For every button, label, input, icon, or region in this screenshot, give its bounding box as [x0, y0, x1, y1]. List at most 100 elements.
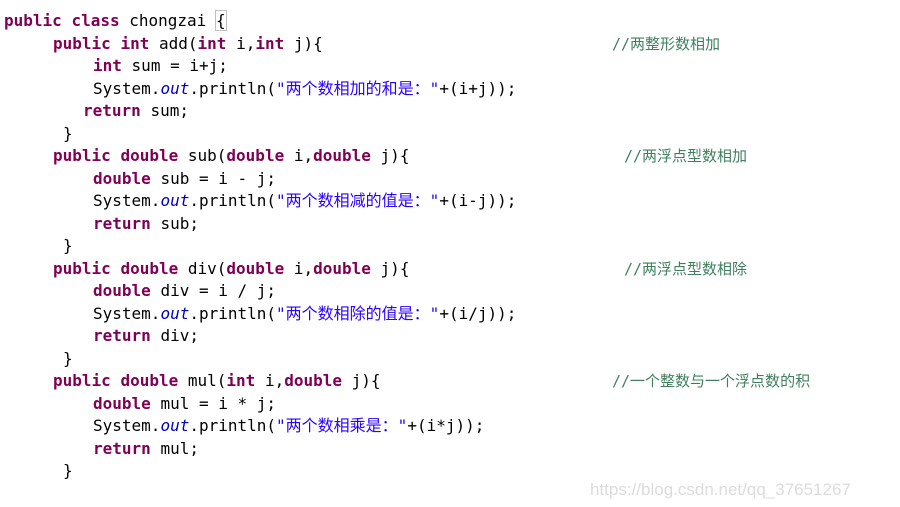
- param-name: j){: [351, 371, 381, 390]
- param-name: j){: [380, 146, 410, 165]
- watermark: https://blog.csdn.net/qq_37651267: [590, 480, 851, 499]
- method-name: mul(: [187, 371, 227, 390]
- close-brace-line: }: [0, 348, 900, 371]
- method-name: sub(: [187, 146, 227, 165]
- return-line: return mul;: [0, 438, 900, 461]
- keyword: double: [284, 371, 343, 390]
- keyword: double: [120, 371, 179, 390]
- code-text: System.out.println("两个数相加的和是："+(i+j));: [93, 78, 516, 101]
- statement-text: mul;: [160, 438, 199, 458]
- code-comment: //两浮点型数相加: [624, 147, 748, 165]
- statement-text: System.: [93, 303, 161, 323]
- close-brace: }: [63, 348, 73, 368]
- keyword: double: [93, 168, 151, 188]
- statement-text: +(i+j));: [439, 78, 517, 98]
- keyword: public: [53, 371, 111, 390]
- code-text: }: [63, 123, 73, 146]
- keyword: double: [120, 146, 179, 165]
- keyword: return: [83, 101, 141, 120]
- keyword: public: [53, 258, 111, 278]
- statement-text: .println(: [189, 191, 277, 210]
- close-brace-line: }: [0, 235, 900, 258]
- method-signature-line: public int add(int i,int j){//两整形数相加: [0, 33, 900, 56]
- class-declaration-line: public class chongzai {: [0, 10, 900, 33]
- param-name: i,: [264, 371, 285, 390]
- keyword: return: [93, 213, 151, 233]
- statement-text: .println(: [189, 78, 277, 98]
- method-name: add(: [158, 33, 198, 53]
- keyword: double: [120, 258, 179, 278]
- statement-text: System.: [93, 78, 161, 98]
- param-name: j){: [380, 258, 410, 278]
- return-line: return sum;: [0, 100, 900, 123]
- statement-text: .println(: [189, 303, 277, 323]
- param-name: i,: [293, 258, 314, 278]
- variable-declaration-line: double div = i / j;: [0, 280, 900, 303]
- code-text: public class chongzai {: [4, 10, 227, 33]
- code-text: int sum = i+j;: [93, 55, 228, 78]
- keyword: public: [53, 146, 111, 165]
- statement-text: div;: [160, 326, 199, 345]
- keyword: return: [93, 438, 151, 458]
- code-comment: //一个整数与一个浮点数的积: [612, 372, 811, 390]
- param-name: i,: [293, 146, 314, 165]
- code-text: System.out.println("两个数相减的值是："+(i-j));: [93, 190, 516, 213]
- println-line: System.out.println("两个数相除的值是："+(i/j));: [0, 303, 900, 326]
- keyword: return: [93, 326, 151, 345]
- code-editor[interactable]: public class chongzai {public int add(in…: [0, 10, 900, 483]
- code-text: return sum;: [83, 100, 189, 123]
- code-text: public double div(double i,double j){: [53, 258, 409, 281]
- keyword: int: [197, 33, 227, 53]
- statement-text: System.: [93, 191, 161, 210]
- keyword: int: [226, 371, 256, 390]
- code-text: double mul = i * j;: [93, 393, 276, 416]
- keyword: class: [71, 11, 120, 30]
- code-text: double div = i / j;: [93, 280, 276, 303]
- code-text: public int add(int i,int j){: [53, 33, 323, 56]
- close-brace: }: [63, 461, 73, 480]
- variable-declaration-line: double sub = i - j;: [0, 168, 900, 191]
- code-comment: //两浮点型数相除: [624, 259, 748, 278]
- close-brace: }: [63, 123, 73, 143]
- static-field: out: [160, 416, 190, 435]
- code-text: return div;: [93, 325, 199, 348]
- method-signature-line: public double mul(int i,double j){//一个整数…: [0, 370, 900, 393]
- keyword: public: [53, 33, 111, 53]
- statement-text: sum = i+j;: [131, 56, 228, 75]
- statement-text: sub = i - j;: [160, 168, 277, 188]
- code-text: public double mul(int i,double j){: [53, 370, 381, 393]
- close-brace-line: }: [0, 123, 900, 146]
- println-line: System.out.println("两个数相减的值是："+(i-j));: [0, 190, 900, 213]
- string-literal: "两个数相减的值是：": [276, 191, 440, 210]
- return-line: return div;: [0, 325, 900, 348]
- keyword: double: [313, 258, 371, 278]
- keyword: int: [255, 33, 285, 53]
- method-signature-line: public double div(double i,double j){ //两…: [0, 258, 900, 281]
- println-line: System.out.println("两个数相乘是："+(i*j));: [0, 415, 900, 438]
- statement-text: mul = i * j;: [160, 393, 277, 413]
- method-signature-line: public double sub(double i,double j){//两…: [0, 145, 900, 168]
- static-field: out: [160, 191, 190, 210]
- statement-text: sub;: [160, 213, 199, 233]
